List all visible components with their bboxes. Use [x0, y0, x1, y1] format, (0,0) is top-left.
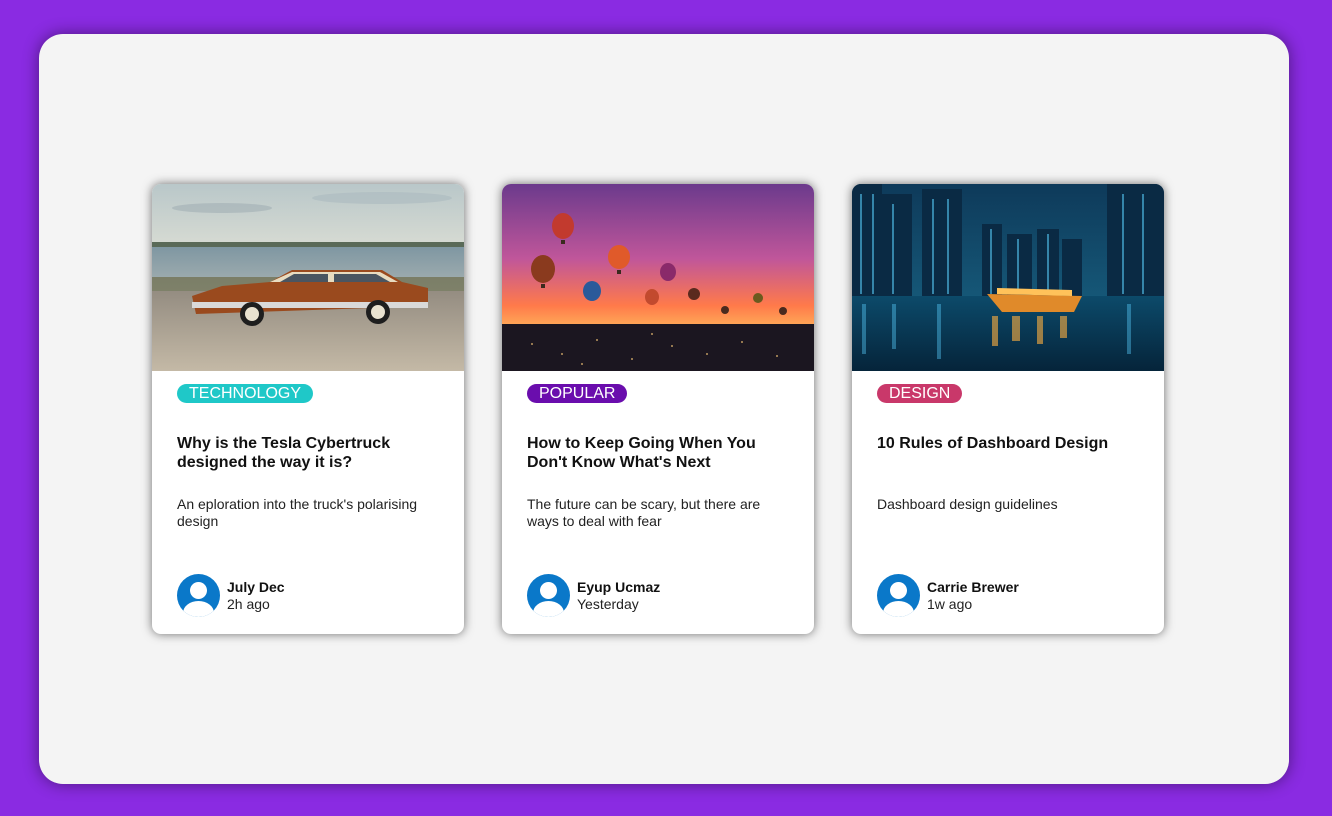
author-name[interactable]: Carrie Brewer: [927, 579, 1019, 596]
article-description: The future can be scary, but there are w…: [527, 496, 761, 529]
category-tag[interactable]: DESIGN: [877, 384, 963, 403]
user-avatar-icon: [877, 574, 920, 617]
user-avatar-icon: [527, 574, 570, 617]
article-description: An eploration into the truck's polarisin…: [177, 496, 418, 529]
card-list: TECHNOLOGY Why is the Tesla Cybertruck d…: [152, 184, 1164, 634]
post-time: 2h ago: [227, 595, 270, 612]
article-title[interactable]: 10 Rules of Dashboard Design: [877, 434, 1139, 474]
author-name[interactable]: July Dec: [227, 579, 285, 596]
vintage-car-image: [152, 184, 464, 371]
category-tag[interactable]: POPULAR: [527, 384, 628, 403]
article-title[interactable]: How to Keep Going When You Don't Know Wh…: [527, 434, 789, 474]
article-card-design[interactable]: DESIGN 10 Rules of Dashboard Design Dash…: [852, 184, 1164, 634]
author-name[interactable]: Eyup Ucmaz: [577, 579, 660, 596]
author-block: July Dec 2h ago: [177, 574, 285, 617]
author-block: Carrie Brewer 1w ago: [877, 574, 1019, 617]
category-tag[interactable]: TECHNOLOGY: [177, 384, 314, 403]
main-panel: TECHNOLOGY Why is the Tesla Cybertruck d…: [39, 34, 1289, 784]
article-description: Dashboard design guidelines: [877, 496, 1058, 512]
user-avatar-icon: [177, 574, 220, 617]
author-block: Eyup Ucmaz Yesterday: [527, 574, 660, 617]
post-time: 1w ago: [927, 595, 973, 612]
article-title[interactable]: Why is the Tesla Cybertruck designed the…: [177, 434, 439, 474]
article-card-popular[interactable]: POPULAR How to Keep Going When You Don't…: [502, 184, 814, 634]
article-card-technology[interactable]: TECHNOLOGY Why is the Tesla Cybertruck d…: [152, 184, 464, 634]
city-night-image: [852, 184, 1164, 371]
post-time: Yesterday: [577, 595, 639, 612]
hot-air-balloons-image: [502, 184, 814, 371]
